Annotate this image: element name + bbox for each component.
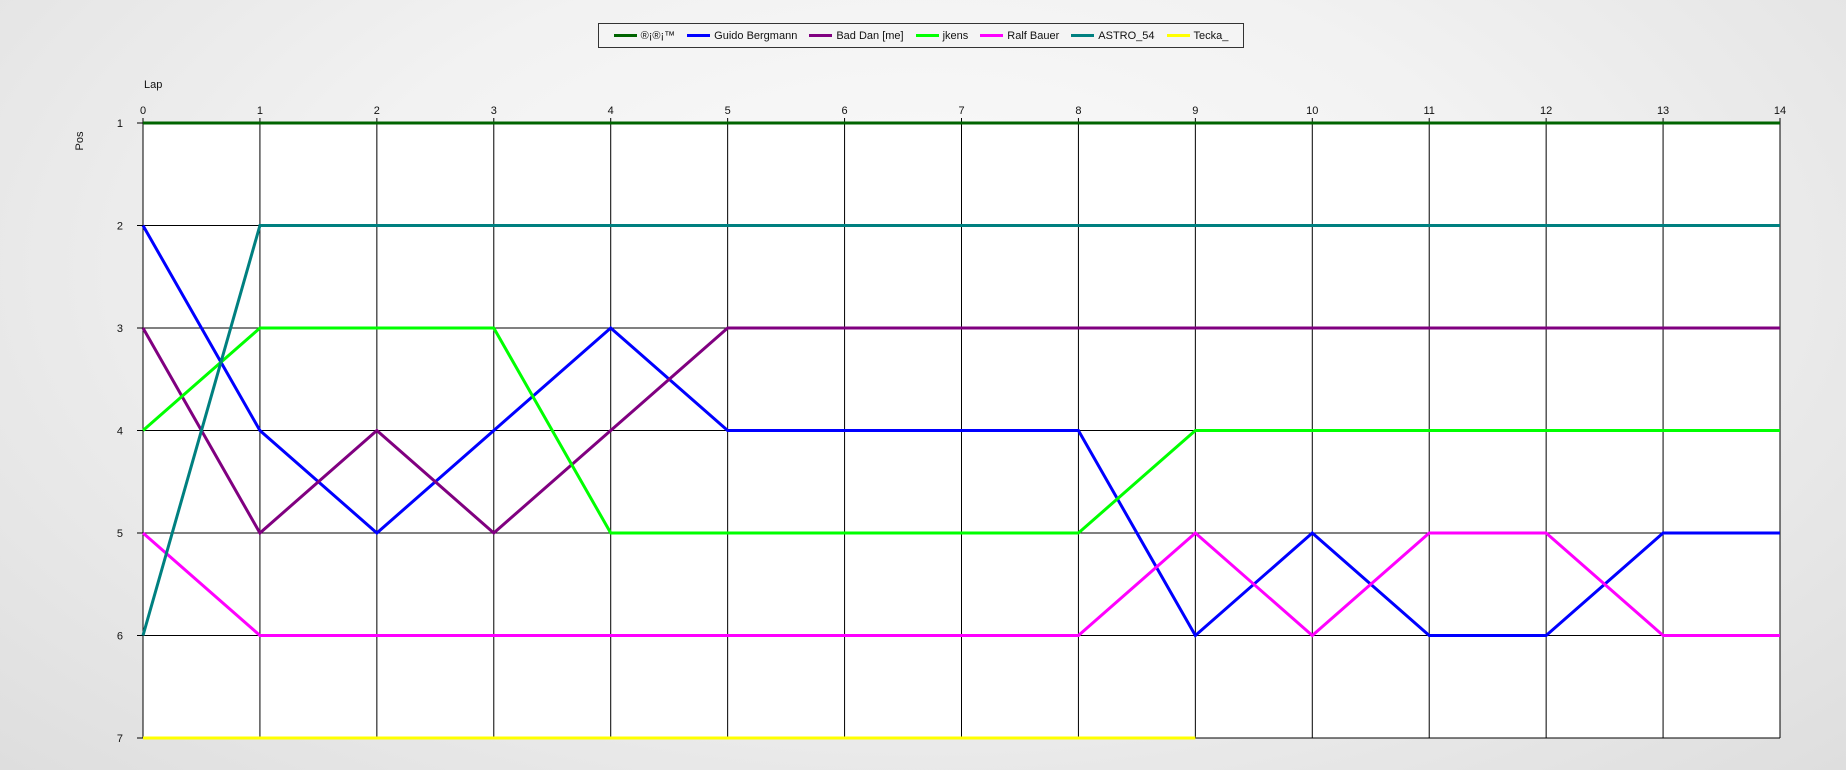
x-tick-label-5: 5	[725, 105, 731, 117]
y-tick-label-2: 2	[117, 221, 123, 233]
y-tick-label-3: 3	[117, 323, 123, 335]
x-tick-label-7: 7	[958, 105, 964, 117]
x-tick-label-4: 4	[608, 105, 614, 117]
x-tick-label-1: 1	[257, 105, 263, 117]
x-tick-label-11: 11	[1424, 105, 1435, 117]
y-axis-label: Pos	[74, 131, 86, 150]
y-tick-label-1: 1	[117, 118, 123, 130]
x-tick-label-8: 8	[1075, 105, 1081, 117]
x-tick-label-9: 9	[1192, 105, 1198, 117]
x-tick-label-3: 3	[491, 105, 497, 117]
x-tick-label-0: 0	[140, 105, 146, 117]
position-chart: 0 1 2 3 4 5 6 7 8 9 10 11 12 13 141234567 Lap Pos	[74, 79, 1786, 745]
x-tick-label-2: 2	[374, 105, 380, 117]
y-tick-label-6: 6	[117, 631, 123, 643]
x-axis-label: Lap	[144, 79, 162, 91]
x-tick-label-10: 10	[1306, 105, 1318, 117]
x-tick-label-14: 14	[1774, 105, 1786, 117]
y-tick-label-4: 4	[117, 426, 123, 438]
x-tick-label-13: 13	[1657, 105, 1669, 117]
y-tick-label-7: 7	[117, 733, 123, 745]
x-tick-label-12: 12	[1540, 105, 1552, 117]
y-tick-label-5: 5	[117, 528, 123, 540]
x-tick-label-6: 6	[842, 105, 848, 117]
